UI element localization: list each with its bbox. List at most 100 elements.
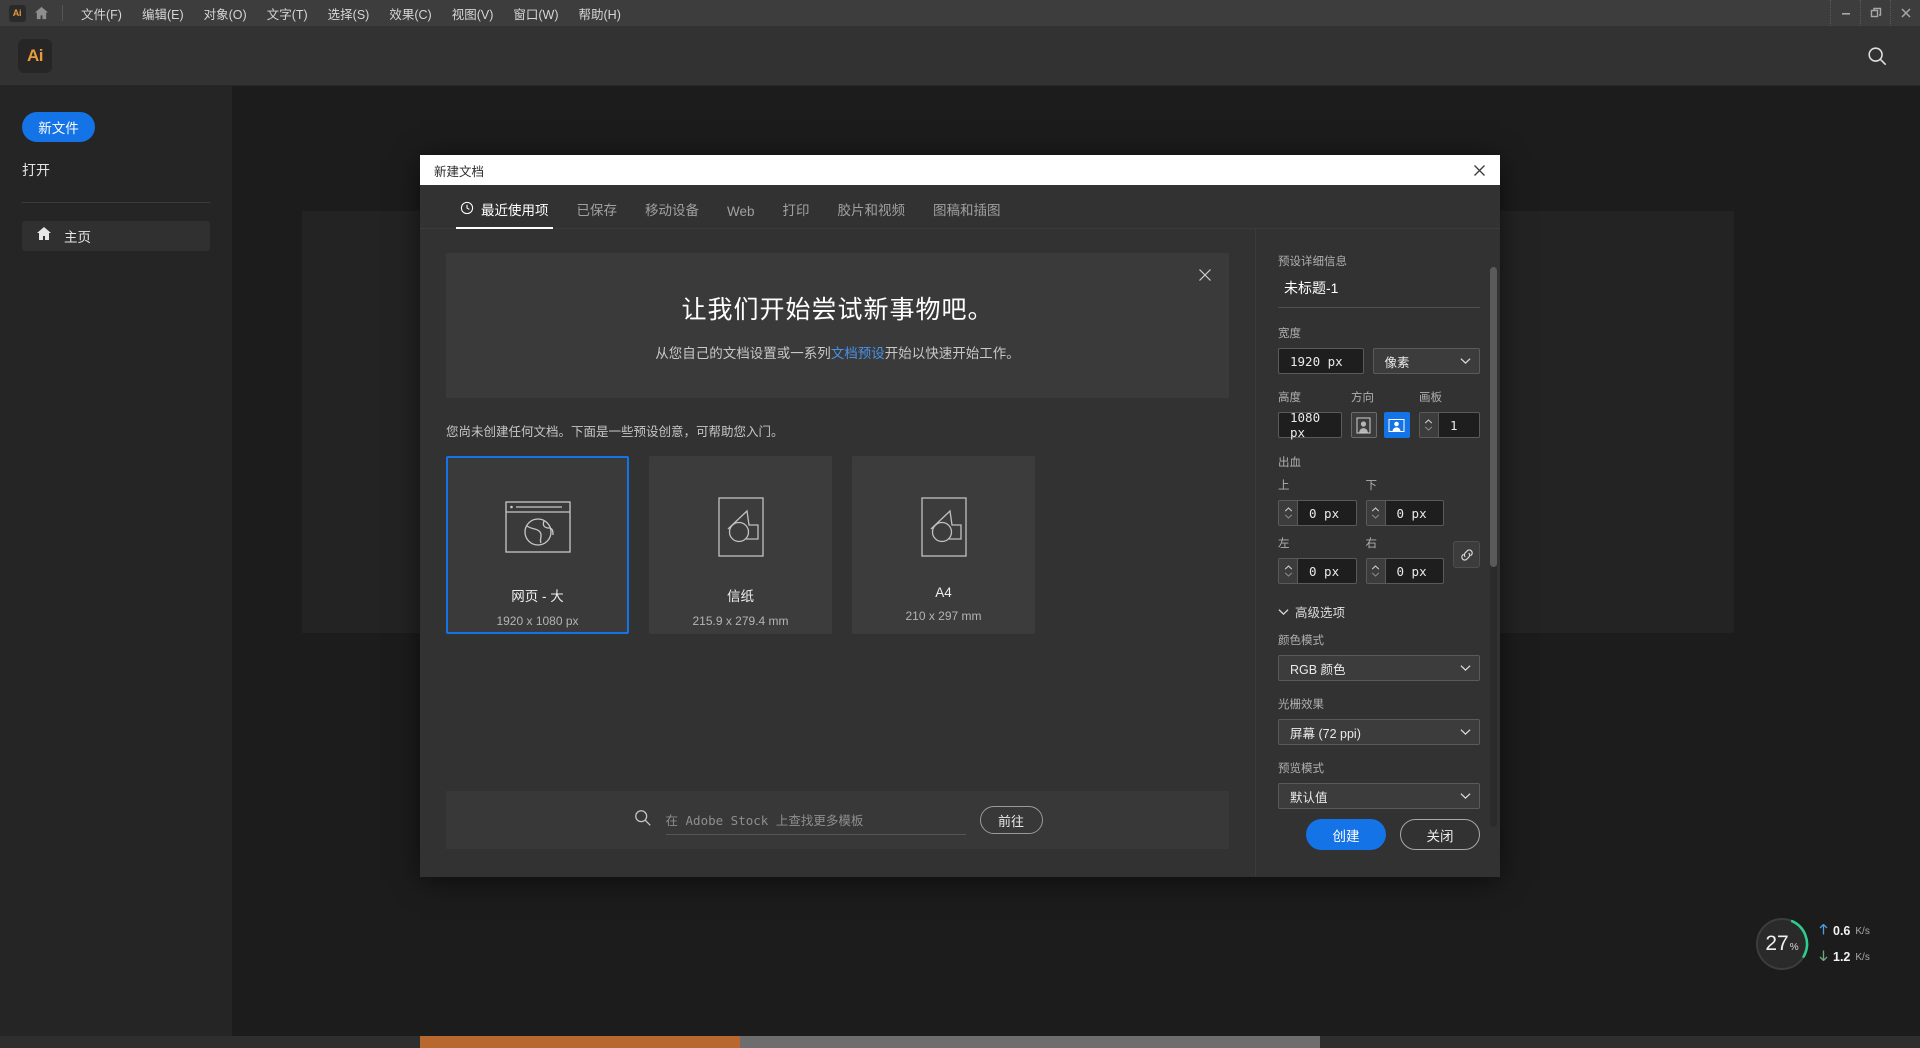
bleed-right-stepper[interactable]: 0 px (1366, 558, 1445, 584)
dialog-titlebar: 新建文档 (420, 155, 1500, 185)
preset-card-a4[interactable]: A4 210 x 297 mm (852, 456, 1035, 634)
taskbar-segment-right (1320, 1036, 1920, 1048)
bleed-bottom-value[interactable]: 0 px (1386, 501, 1444, 525)
height-label: 高度 (1278, 389, 1342, 405)
bleed-top-stepper[interactable]: 0 px (1278, 500, 1357, 526)
upload-rate-unit: K/s (1855, 926, 1869, 937)
menu-item-type[interactable]: 文字(T) (257, 0, 318, 27)
tab-film-video[interactable]: 胶片和视频 (824, 199, 920, 228)
create-button[interactable]: 创建 (1306, 819, 1386, 850)
bleed-right-value[interactable]: 0 px (1386, 559, 1444, 583)
taskbar-segment-active-app[interactable] (420, 1036, 740, 1048)
bleed-top-label: 上 (1278, 477, 1357, 493)
dialog-body: 让我们开始尝试新事物吧。 从您自己的文档设置或一系列文档预设开始以快速开始工作。… (420, 229, 1500, 876)
bleed-left-value[interactable]: 0 px (1298, 559, 1356, 583)
bleed-top-value[interactable]: 0 px (1298, 501, 1356, 525)
menu-item-view[interactable]: 视图(V) (442, 0, 504, 27)
system-monitor-widget[interactable]: 27 % 0.6 K/s 1.2 K/s (1754, 912, 1902, 976)
menu-item-help[interactable]: 帮助(H) (569, 0, 631, 27)
preset-card-list: 网页 - 大 1920 x 1080 px 信纸 215.9 x 2 (446, 456, 1229, 634)
raster-effects-value: 屏幕 (72 ppi) (1290, 723, 1460, 742)
tab-print[interactable]: 打印 (769, 199, 824, 228)
orientation-portrait-button[interactable] (1351, 412, 1377, 438)
preset-card-web-large[interactable]: 网页 - 大 1920 x 1080 px (446, 456, 629, 634)
details-scrollbar[interactable] (1490, 267, 1497, 827)
banner-close-icon[interactable] (1195, 265, 1215, 285)
dialog-close-icon[interactable] (1468, 159, 1490, 181)
artboards-label: 画板 (1419, 389, 1480, 405)
stepper-arrows-icon[interactable] (1420, 413, 1439, 437)
tab-web[interactable]: Web (713, 204, 769, 228)
raster-effects-label: 光栅效果 (1278, 696, 1480, 712)
menu-bar: 文件(F) 编辑(E) 对象(O) 文字(T) 选择(S) 效果(C) 视图(V… (71, 0, 631, 27)
dialog-title: 新建文档 (434, 161, 1468, 180)
menu-item-select[interactable]: 选择(S) (318, 0, 380, 27)
chain-link-icon[interactable] (1453, 541, 1480, 568)
stepper-arrows-icon[interactable] (1367, 501, 1386, 525)
banner-sub-before: 从您自己的文档设置或一系列 (655, 346, 831, 361)
width-label: 宽度 (1278, 325, 1480, 341)
taskbar-segment-left (0, 1036, 420, 1048)
details-scrollbar-thumb[interactable] (1490, 267, 1497, 567)
advanced-options-toggle[interactable]: 高级选项 (1278, 602, 1480, 621)
preview-mode-label: 预览模式 (1278, 760, 1480, 776)
taskbar-segment-windows[interactable] (740, 1036, 1320, 1048)
banner-presets-link[interactable]: 文档预设 (831, 346, 885, 361)
new-file-button[interactable]: 新文件 (22, 112, 95, 142)
page-art-icon (919, 496, 969, 558)
titlebar-home-icon[interactable] (28, 0, 54, 26)
screen: Ai 文件(F) 编辑(E) 对象(O) 文字(T) 选择(S) 效果(C) 视… (0, 0, 1920, 1048)
sidebar-divider (22, 202, 210, 203)
chevron-down-icon (1460, 354, 1471, 368)
menu-item-file[interactable]: 文件(F) (71, 0, 132, 27)
menu-item-effect[interactable]: 效果(C) (379, 0, 441, 27)
new-document-dialog: 新建文档 最近使用项 已保存 移动设备 Web 打印 胶片和视频 图稿和插图 (420, 155, 1500, 877)
stock-search-input[interactable]: 在 Adobe Stock 上查找更多模板 (666, 805, 966, 835)
close-icon[interactable] (1890, 0, 1920, 26)
tab-saved[interactable]: 已保存 (563, 199, 632, 228)
details-section-title: 预设详细信息 (1278, 253, 1480, 269)
sidebar-item-home[interactable]: 主页 (22, 221, 210, 251)
tab-mobile[interactable]: 移动设备 (631, 199, 713, 228)
minimize-icon[interactable] (1830, 0, 1860, 26)
orientation-group (1351, 412, 1410, 438)
orientation-label: 方向 (1351, 389, 1410, 405)
preset-details-pane: 预设详细信息 未标题-1 宽度 1920 px 像素 高度 1080 (1255, 229, 1500, 876)
tab-recent[interactable]: 最近使用项 (446, 199, 563, 228)
search-icon[interactable] (1862, 41, 1892, 71)
bleed-bottom-stepper[interactable]: 0 px (1366, 500, 1445, 526)
document-name-input[interactable]: 未标题-1 (1278, 276, 1480, 308)
height-input[interactable]: 1080 px (1278, 412, 1342, 438)
dialog-left-pane: 让我们开始尝试新事物吧。 从您自己的文档设置或一系列文档预设开始以快速开始工作。… (420, 229, 1255, 876)
menu-item-window[interactable]: 窗口(W) (503, 0, 568, 27)
restore-icon[interactable] (1860, 0, 1890, 26)
artboards-value[interactable]: 1 (1439, 413, 1479, 437)
open-file-button[interactable]: 打开 (22, 160, 82, 180)
orientation-landscape-button[interactable] (1384, 412, 1410, 438)
stepper-arrows-icon[interactable] (1279, 559, 1298, 583)
upload-rate-value: 0.6 (1833, 924, 1850, 938)
dialog-tabs: 最近使用项 已保存 移动设备 Web 打印 胶片和视频 图稿和插图 (420, 185, 1500, 229)
artboards-stepper[interactable]: 1 (1419, 412, 1480, 438)
titlebar-divider (62, 5, 63, 21)
banner-subtitle: 从您自己的文档设置或一系列文档预设开始以快速开始工作。 (655, 342, 1020, 362)
browser-globe-icon (504, 496, 572, 558)
bleed-left-stepper[interactable]: 0 px (1278, 558, 1357, 584)
menu-item-edit[interactable]: 编辑(E) (132, 0, 194, 27)
search-icon (633, 808, 652, 832)
preset-card-letter[interactable]: 信纸 215.9 x 279.4 mm (649, 456, 832, 634)
menu-item-object[interactable]: 对象(O) (194, 0, 257, 27)
preview-mode-select[interactable]: 默认值 (1278, 783, 1480, 809)
bleed-left-label: 左 (1278, 535, 1357, 551)
chevron-down-icon (1278, 605, 1289, 619)
preset-card-dimensions: 1920 x 1080 px (496, 614, 578, 628)
close-button[interactable]: 关闭 (1400, 819, 1480, 850)
tab-art-illustration[interactable]: 图稿和插图 (919, 199, 1015, 228)
stock-go-button[interactable]: 前往 (980, 806, 1043, 834)
units-select[interactable]: 像素 (1373, 348, 1480, 374)
color-mode-select[interactable]: RGB 颜色 (1278, 655, 1480, 681)
width-input[interactable]: 1920 px (1278, 348, 1364, 374)
stepper-arrows-icon[interactable] (1279, 501, 1298, 525)
stepper-arrows-icon[interactable] (1367, 559, 1386, 583)
raster-effects-select[interactable]: 屏幕 (72 ppi) (1278, 719, 1480, 745)
